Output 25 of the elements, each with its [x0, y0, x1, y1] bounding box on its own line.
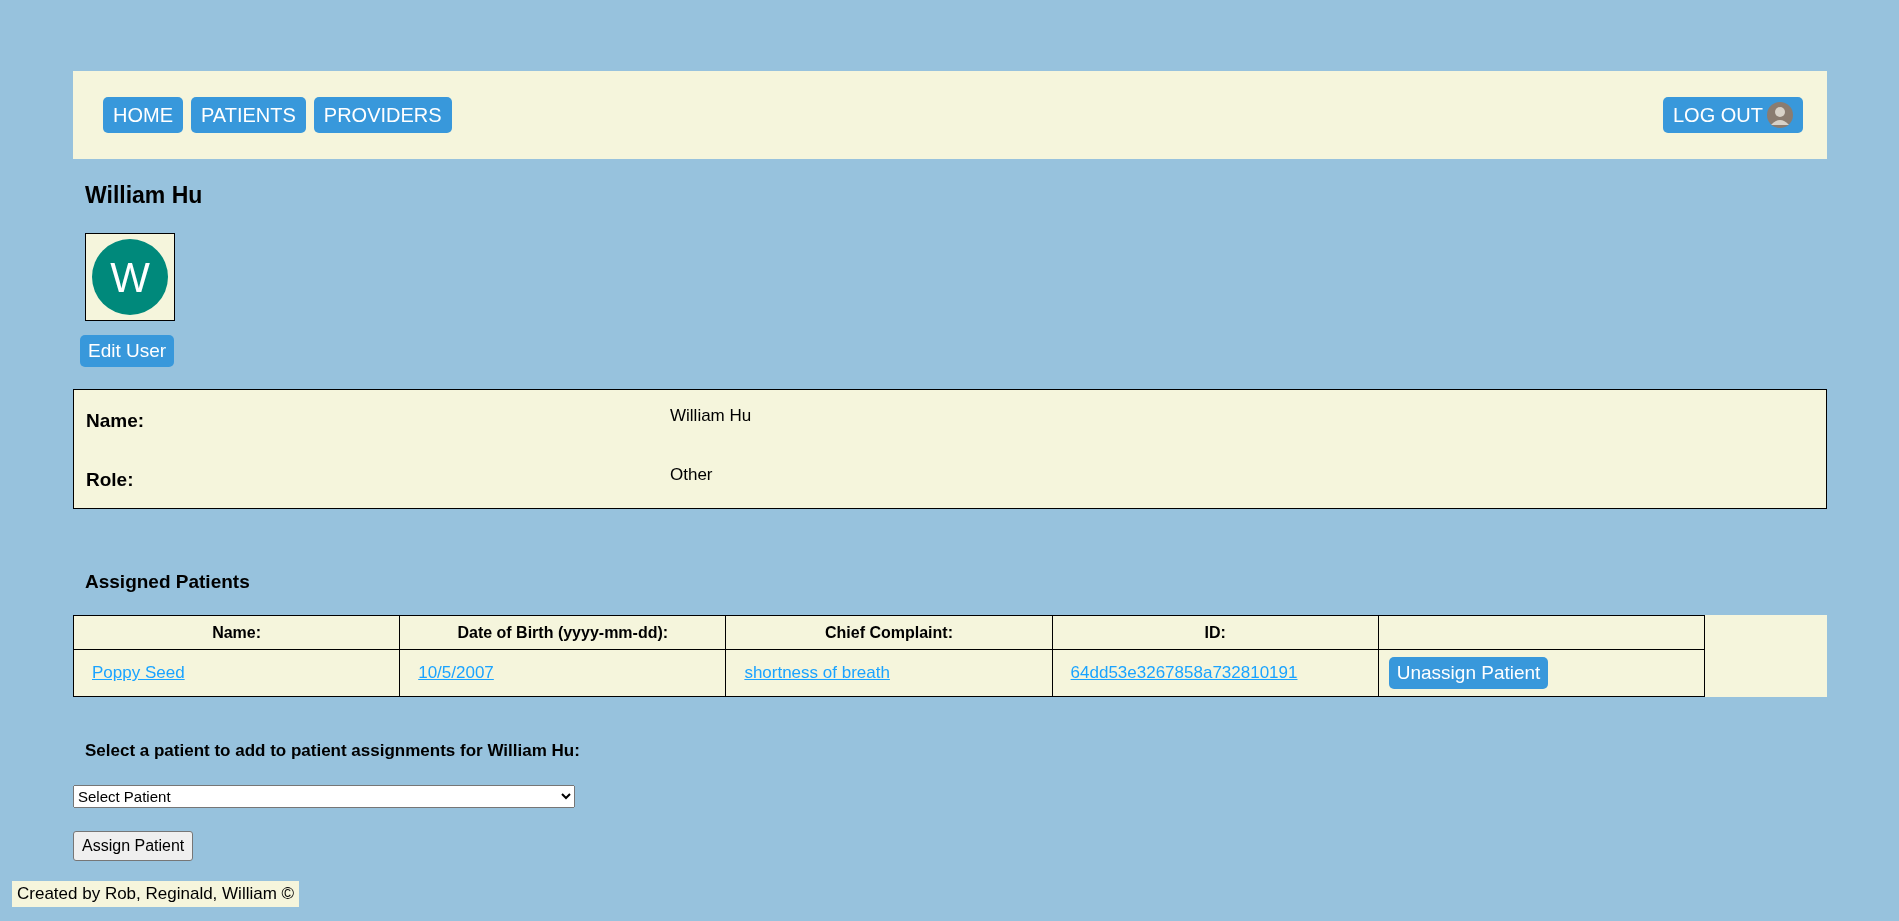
column-header: Date of Birth (yyyy-mm-dd): — [399, 615, 726, 650]
unassign-button[interactable]: Unassign Patient — [1388, 657, 1549, 689]
assign-patient-button[interactable]: Assign Patient — [73, 831, 194, 861]
column-header: ID: — [1052, 615, 1379, 650]
nav-link-button[interactable]: PROVIDERS — [313, 97, 452, 133]
field-value: Other — [670, 464, 713, 485]
avatar-initial: W — [92, 239, 168, 315]
field-label: Role: — [86, 468, 135, 492]
column-header: Name: — [73, 615, 400, 650]
field-label: Name: — [86, 409, 146, 433]
avatar-icon — [1767, 102, 1793, 128]
assign-label: Select a patient to add to patient assignments for William Hu: — [85, 741, 581, 761]
table-link[interactable]: shortness of breath — [744, 663, 890, 683]
table-link[interactable]: 10/5/2007 — [418, 663, 494, 683]
field-value: William Hu — [670, 405, 752, 426]
section-title: Assigned Patients — [85, 571, 251, 593]
table-link[interactable]: Poppy Seed — [92, 663, 185, 683]
nav-link-button[interactable]: PATIENTS — [191, 97, 306, 133]
logout-button[interactable]: LOG OUT — [1663, 97, 1803, 133]
footer-text: Created by Rob, Reginald, William © — [12, 881, 300, 907]
profile-name: William Hu — [85, 181, 204, 209]
edit-user-button[interactable]: Edit User — [80, 335, 175, 367]
column-header: Chief Complaint: — [725, 615, 1053, 650]
patient-select[interactable]: Select Patient — [73, 785, 575, 808]
nav-link-button[interactable]: HOME — [103, 97, 183, 133]
